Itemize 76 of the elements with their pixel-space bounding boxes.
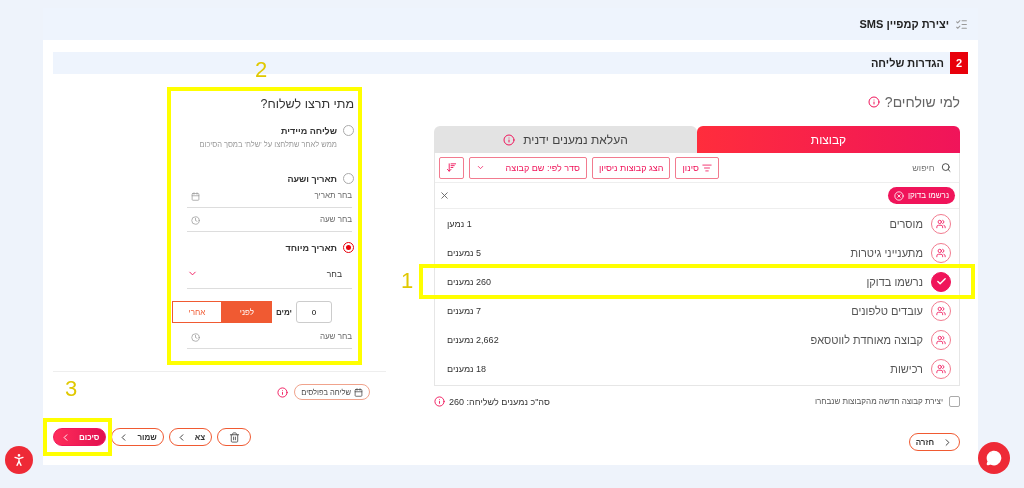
check-icon: [931, 271, 951, 292]
group-row[interactable]: רכישות 18 נמענים: [435, 354, 959, 383]
close-icon: [439, 190, 450, 201]
create-group-checkbox[interactable]: יצירת קבוצה חדשה מהקבוצות שנבחרו: [814, 396, 960, 407]
group-name: מוסרים: [888, 217, 923, 230]
search-icon: [940, 162, 951, 173]
sort-button[interactable]: [439, 156, 464, 179]
filter-button[interactable]: סינון: [675, 156, 719, 179]
clock-icon: [191, 216, 200, 225]
chat-icon: [986, 450, 1002, 466]
days-input[interactable]: 0: [296, 301, 332, 323]
highlight-frame: [43, 418, 113, 456]
test-groups-button[interactable]: הצג קבוצות ניסיון: [592, 156, 671, 179]
action-button[interactable]: צא: [168, 428, 213, 446]
option-label: שליחה מיידית: [281, 125, 337, 136]
offset-toggle[interactable]: אחרי: [171, 301, 222, 323]
group-row[interactable]: עובדים טלפונים 7 נמענים: [435, 296, 959, 325]
recipients-question: למי שולחים?: [884, 94, 960, 110]
sort-select[interactable]: סדר לפי: שם קבוצה: [469, 156, 587, 179]
time-field[interactable]: בחר שעה: [187, 208, 352, 232]
trash-icon: [228, 431, 240, 443]
group-row[interactable]: מתענייני גיטרות 5 נמענים: [435, 238, 959, 267]
time-field[interactable]: בחר שעה: [187, 325, 352, 349]
group-name: עובדים טלפונים: [850, 304, 923, 317]
group-count: 2,662 נמענים: [447, 334, 499, 345]
group-count: 18 נמענים: [447, 363, 487, 374]
group-row[interactable]: נרשמו בדוקן 260 נמענים: [435, 267, 959, 296]
group-row[interactable]: קבוצה מאוחדת לווטסאפ 2,662 נמענים: [435, 325, 959, 354]
filter-icon: [701, 162, 712, 173]
list-icon: [955, 17, 968, 31]
group-count: 260 נמענים: [447, 276, 492, 287]
group-count: 5 נמענים: [447, 247, 482, 258]
schedule-title: מתי תרצו לשלוח?: [259, 97, 354, 111]
step-number: 2: [950, 52, 968, 74]
date-field[interactable]: בחר תאריך: [187, 184, 352, 208]
sort-icon: [446, 162, 457, 173]
group-name: נרשמו בדוקן: [865, 275, 923, 288]
date-select[interactable]: בחר: [187, 259, 352, 289]
option-label: תאריך מיוחד: [285, 242, 337, 253]
delete-button[interactable]: [217, 428, 252, 446]
annotation-number: 1: [401, 270, 414, 292]
accessibility-button[interactable]: [5, 446, 33, 474]
total-recipients: סה"כ נמענים לשליחה: 260: [449, 396, 550, 407]
info-icon: [867, 96, 880, 108]
calendar-icon: [191, 192, 200, 201]
clock-icon: [191, 333, 200, 342]
days-label: ימים: [275, 307, 292, 317]
users-icon: [931, 242, 951, 263]
summary-button[interactable]: סיכום: [53, 428, 107, 446]
chat-button[interactable]: [978, 442, 1010, 474]
info-icon: [434, 396, 445, 407]
tab[interactable]: העלאת נמענים ידנית: [434, 126, 697, 153]
info-icon: [277, 386, 289, 398]
group-row[interactable]: מוסרים 1 נמען: [435, 209, 959, 238]
group-name: מתענייני גיטרות: [849, 246, 923, 259]
tab[interactable]: קבוצות: [697, 126, 960, 153]
section-title: הגדרות שליחה: [870, 57, 944, 69]
option-label: תאריך ושעה: [287, 173, 337, 184]
users-icon: [931, 358, 951, 379]
annotation-number: 3: [65, 378, 78, 400]
back-button[interactable]: חזרה: [908, 433, 960, 451]
annotation-number: 2: [255, 59, 268, 81]
group-count: 1 נמען: [447, 218, 472, 229]
group-name: רכישות: [889, 362, 923, 375]
action-button[interactable]: שמור: [111, 428, 164, 446]
caret-icon: [476, 163, 485, 172]
close-icon: [893, 190, 904, 201]
group-name: קבוצה מאוחדת לווטסאפ: [809, 333, 923, 346]
filter-chip[interactable]: נרשמו בדוקן: [887, 187, 955, 204]
search-field[interactable]: חיפוש: [723, 161, 937, 174]
users-icon: [931, 329, 951, 350]
group-count: 7 נמענים: [447, 305, 482, 316]
calendar-icon: [354, 387, 363, 397]
users-icon: [931, 300, 951, 321]
page-title: יצירת קמפיין SMS: [859, 18, 949, 30]
users-icon: [931, 213, 951, 234]
